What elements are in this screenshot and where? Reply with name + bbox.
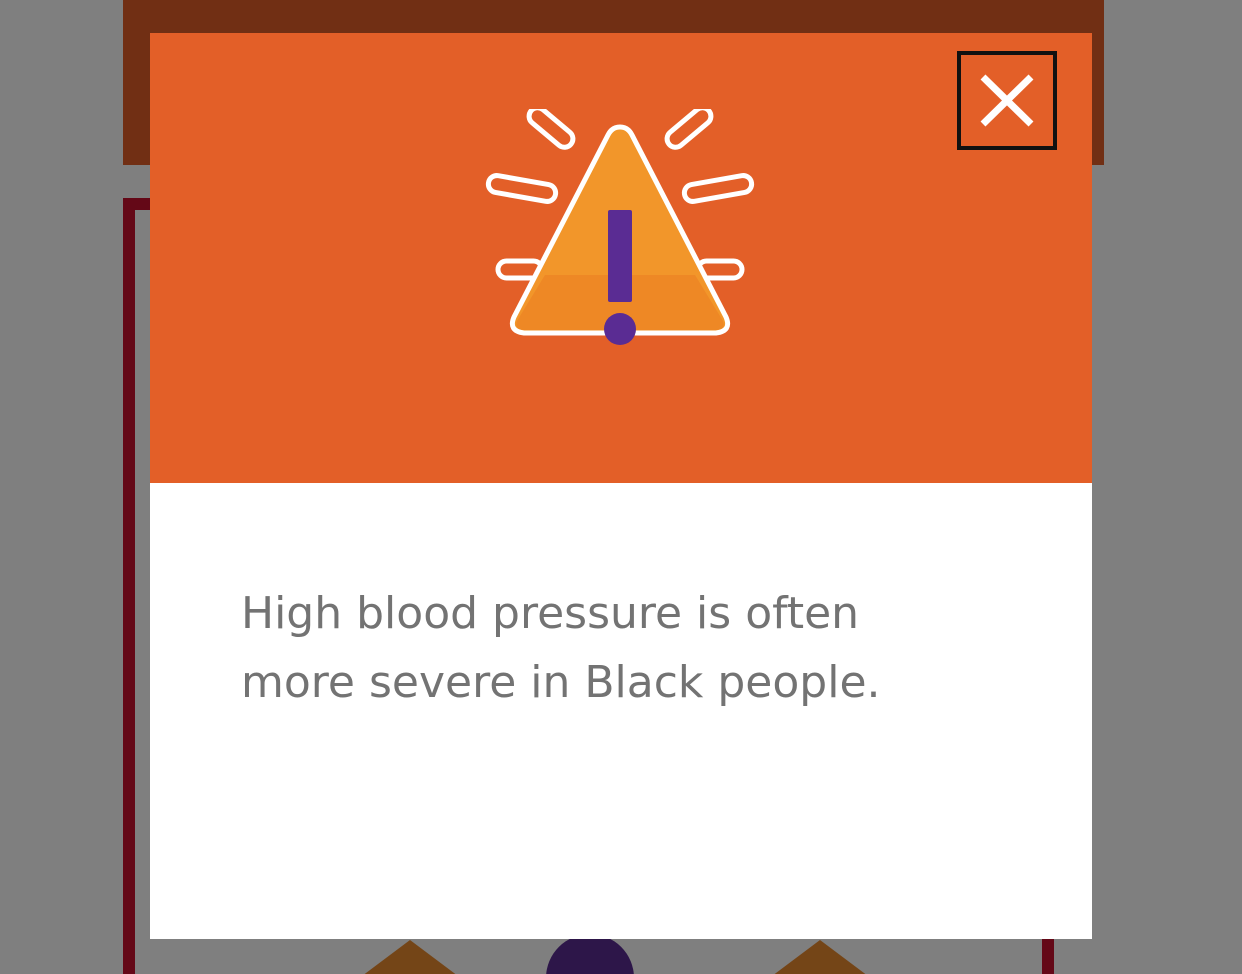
modal-header [150,33,1092,483]
alert-modal: High blood pressure is often more severe… [150,33,1092,939]
warning-triangle-icon [485,109,755,345]
modal-body: High blood pressure is often more severe… [150,483,1092,939]
alert-message: High blood pressure is often more severe… [241,588,881,708]
close-button[interactable] [957,51,1057,150]
app-screen: High blood pressure is often more severe… [0,0,1242,974]
close-icon [980,74,1034,127]
